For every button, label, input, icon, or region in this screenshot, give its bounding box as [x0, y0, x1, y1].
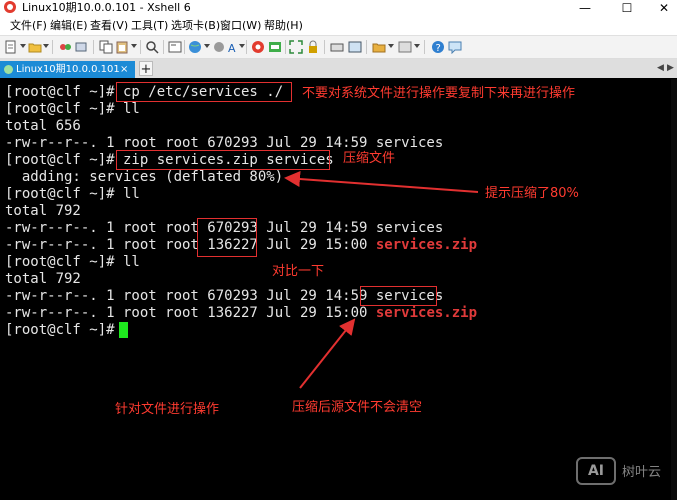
window-title: Linux10期10.0.0.101 - Xshell 6 [22, 1, 191, 14]
disconnect-icon[interactable] [74, 40, 88, 54]
close-button[interactable]: ✕ [651, 0, 677, 16]
zip-filename: services.zip [375, 305, 478, 321]
toolbar-separator [93, 40, 94, 54]
toolbar-separator [140, 40, 141, 54]
color-scheme-icon[interactable] [212, 40, 226, 54]
connection-status-icon [4, 65, 13, 74]
compose-icon[interactable] [348, 40, 362, 54]
toolbar-separator [366, 40, 367, 54]
fullscreen-icon[interactable] [289, 40, 303, 54]
watermark-text: 树叶云 [622, 465, 662, 480]
paste-icon[interactable] [115, 40, 129, 54]
toolbar-separator [424, 40, 425, 54]
terminal-scrollbar[interactable] [671, 79, 677, 500]
svg-text:A: A [228, 42, 236, 54]
highlight-source-file [360, 286, 437, 306]
chevron-down-icon[interactable] [131, 44, 137, 48]
terminal-line: [root@clf ~]# ll [5, 186, 140, 202]
note-source-kept: 压缩后源文件不会清空 [292, 400, 423, 415]
new-session-icon[interactable] [4, 40, 18, 54]
watermark-logo: AI [576, 457, 616, 485]
menu-tabs[interactable]: 选项卡(B) [171, 16, 220, 35]
chat-icon[interactable] [448, 40, 462, 54]
xshell-icon[interactable] [251, 40, 265, 54]
tab-session-label: Linux10期10.0.0.101 [16, 64, 120, 75]
menu-window[interactable]: 窗口(W) [220, 16, 261, 35]
toolbar-separator [184, 40, 185, 54]
svg-text:?: ? [436, 43, 441, 54]
tab-session[interactable]: Linux10期10.0.0.101 × [0, 61, 135, 78]
zip-filename: services.zip [375, 237, 478, 253]
menu-tools[interactable]: 工具(T) [131, 16, 168, 35]
terminal-line: adding: services (deflated 80%) [5, 169, 284, 185]
new-tab-button[interactable]: + [139, 61, 153, 77]
menu-file[interactable]: 文件(F) [10, 16, 47, 35]
terminal-line: total 792 [5, 203, 81, 219]
chevron-down-icon[interactable] [204, 44, 210, 48]
note-compress-file: 压缩文件 [343, 151, 396, 166]
tab-scroll-left-icon[interactable]: ◀ [657, 63, 664, 73]
terminal-line-text: -rw-r--r--. 1 root root 136227 Jul 29 15… [5, 237, 376, 253]
menu-bar: 文件(F) 编辑(E) 查看(V) 工具(T) 选项卡(B) 窗口(W) 帮助(… [0, 16, 677, 36]
tab-strip: Linux10期10.0.0.101 × + ◀ ▶ [0, 59, 677, 78]
lock-icon[interactable] [306, 40, 320, 54]
toolbar-separator [246, 40, 247, 54]
chevron-down-icon[interactable] [43, 44, 49, 48]
globe-icon[interactable] [188, 40, 202, 54]
toolbar: A ? [0, 36, 677, 59]
tab-scroll-right-icon[interactable]: ▶ [667, 63, 674, 73]
tab-close-button[interactable]: × [120, 61, 128, 78]
toolbar-separator [324, 40, 325, 54]
highlight-file-sizes [197, 218, 257, 257]
toolbar-separator [52, 40, 53, 54]
terminal-line-zip: -rw-r--r--. 1 root root 136227 Jul 29 15… [5, 305, 477, 322]
note-copy-warning: 不要对系统文件进行操作要复制下来再进行操作 [302, 86, 576, 101]
terminal-line-text: -rw-r--r--. 1 root root 136227 Jul 29 15… [5, 305, 376, 321]
title-bar: Linux10期10.0.0.101 - Xshell 6 — ☐ ✕ [0, 0, 677, 16]
chevron-down-icon[interactable] [388, 44, 394, 48]
note-file-operation: 针对文件进行操作 [115, 402, 220, 417]
terminal-output[interactable]: [root@clf ~]# cp /etc/services ./ [root@… [0, 79, 677, 500]
terminal-line: total 792 [5, 271, 81, 287]
search-icon[interactable] [145, 40, 159, 54]
menu-edit[interactable]: 编辑(E) [50, 16, 88, 35]
keyboard-icon[interactable] [330, 40, 344, 54]
terminal-line: total 656 [5, 118, 81, 134]
xshell-app-icon [4, 1, 16, 13]
menu-view[interactable]: 查看(V) [90, 16, 128, 35]
font-icon[interactable]: A [226, 40, 240, 54]
note-compare: 对比一下 [272, 264, 325, 279]
chevron-down-icon[interactable] [414, 44, 420, 48]
watermark: AI 树叶云 [574, 455, 677, 490]
terminal-prompt: [root@clf ~]# [5, 322, 124, 338]
chevron-down-icon[interactable] [239, 44, 245, 48]
help-icon[interactable]: ? [431, 40, 445, 54]
terminal-icon[interactable] [168, 40, 182, 54]
xftp-icon[interactable] [268, 40, 282, 54]
terminal-cursor [119, 322, 128, 338]
open-folder-icon[interactable] [28, 40, 42, 54]
terminal-line: [root@clf ~]# ll [5, 254, 140, 270]
toolbar-separator [163, 40, 164, 54]
maximize-button[interactable]: ☐ [614, 0, 640, 16]
highlight-zip-command [116, 150, 330, 170]
terminal-line: [root@clf ~]# ll [5, 101, 140, 117]
connect-icon[interactable] [58, 40, 72, 54]
toolbar-separator [285, 40, 286, 54]
minimize-button[interactable]: — [572, 0, 598, 16]
highlight-cp-command [116, 82, 292, 102]
script-icon[interactable] [372, 40, 386, 54]
layout-icon[interactable] [398, 40, 412, 54]
menu-help[interactable]: 帮助(H) [264, 16, 303, 35]
copy-icon[interactable] [99, 40, 113, 54]
chevron-down-icon[interactable] [20, 44, 26, 48]
note-compression-ratio: 提示压缩了80% [485, 186, 579, 201]
